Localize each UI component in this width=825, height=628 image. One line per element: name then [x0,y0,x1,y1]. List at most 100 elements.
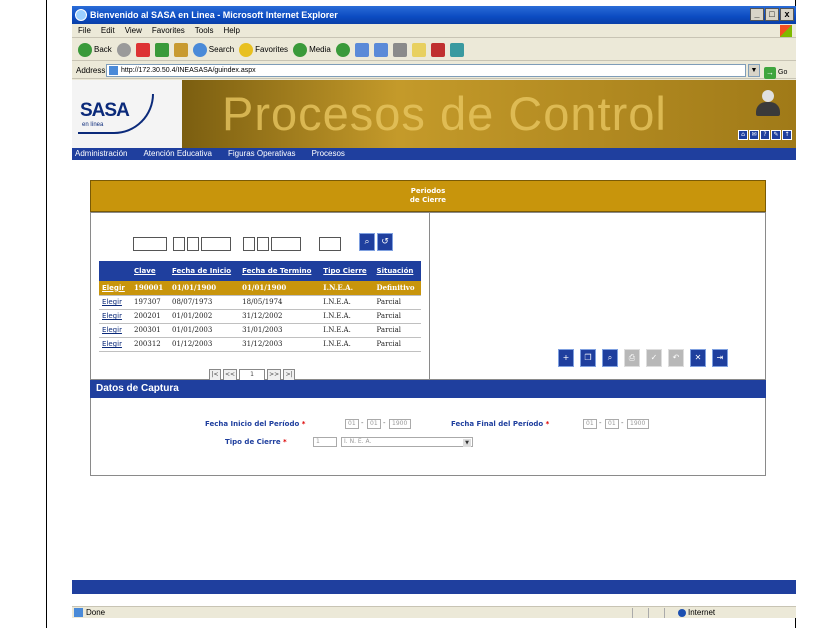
nav-atencion-educativa[interactable]: Atención Educativa [143,148,212,160]
home-mini-button[interactable]: ⌂ [738,130,748,140]
col-tipo-cierre[interactable]: Tipo Cierre [320,261,374,281]
status-separator [648,608,649,618]
elegir-link[interactable]: Elegir [99,295,131,310]
cell-tipo: I.N.E.A. [320,323,374,338]
inicio-day-input[interactable]: 01 [345,419,359,429]
refresh-button[interactable] [154,42,169,57]
help-mini-button[interactable]: ? [760,130,770,140]
filter-termino-day[interactable] [243,237,255,251]
minimize-button[interactable]: _ [750,8,764,21]
cell-inicio: 01/12/2003 [168,337,240,352]
cell-clave: 197307 [131,295,169,310]
cell-situacion: Parcial [373,323,421,338]
periods-table: Clave Fecha de Inicio Fecha de Termino T… [99,261,421,352]
copy-button[interactable]: ❐ [580,349,596,367]
cell-clave: 190001 [131,281,169,296]
elegir-link[interactable]: Elegir [99,281,131,296]
cell-situacion: Parcial [373,295,421,310]
media-label: Media [309,45,331,54]
edit-button[interactable] [392,42,407,57]
go-button[interactable]: → Go [764,64,787,81]
col-fecha-inicio[interactable]: Fecha de Inicio [168,261,240,281]
filter-inicio-day[interactable] [173,237,185,251]
nav-figuras-operativas[interactable]: Figuras Operativas [228,148,296,160]
search-button[interactable]: Search [192,42,235,57]
search-label: Search [208,45,235,54]
filter-tipo-input[interactable] [319,237,341,251]
forward-button[interactable] [116,42,131,57]
page-icon [109,66,118,75]
elegir-link[interactable]: Elegir [99,309,131,324]
inicio-month-input[interactable]: 01 [367,419,381,429]
filter-termino-month[interactable] [257,237,269,251]
col-fecha-termino[interactable]: Fecha de Termino [239,261,321,281]
status-text: Done [86,608,106,617]
col-clave[interactable]: Clave [131,261,169,281]
home-button[interactable] [173,42,188,57]
go-label: Go [778,69,788,76]
nav-administracion[interactable]: Administración [75,148,127,160]
print-button[interactable]: ⎙ [624,349,640,367]
menu-edit[interactable]: Edit [101,24,115,37]
address-input[interactable]: http://172.30.50.4/INEASASA/guindex.aspx [106,64,746,77]
filter-search-button[interactable]: ⌕ [359,233,375,251]
elegir-link[interactable]: Elegir [99,323,131,338]
search-icon [192,42,207,57]
messenger-button[interactable] [449,42,464,57]
filter-inicio-month[interactable] [187,237,199,251]
yahoo-button[interactable] [430,42,445,57]
inicio-year-input[interactable]: 1900 [389,419,411,429]
nav-procesos[interactable]: Procesos [312,148,345,160]
cell-clave: 200312 [131,337,169,352]
tipo-code-input[interactable]: 1 [313,437,337,447]
media-button[interactable]: Media [293,42,331,57]
delete-button[interactable]: ✕ [690,349,706,367]
cell-tipo: I.N.E.A. [320,309,374,324]
elegir-link[interactable]: Elegir [99,337,131,352]
required-mark: * [283,438,287,446]
internet-zone-icon [678,609,686,617]
cell-inicio: 08/07/1973 [168,295,240,310]
actions-panel: + ❐ ⌕ ⎙ ✓ ↶ ✕ ⇥ [430,212,766,380]
menu-help[interactable]: Help [223,24,239,37]
filter-clave-input[interactable] [133,237,167,251]
mail-button[interactable] [354,42,369,57]
close-button[interactable]: x [780,8,794,21]
title-bar: Bienvenido al SASA en Linea - Microsoft … [72,6,796,24]
folder-button[interactable] [411,42,426,57]
up-mini-button[interactable]: ↑ [782,130,792,140]
undo-button[interactable]: ↶ [668,349,684,367]
print-button[interactable] [373,42,388,57]
final-day-input[interactable]: 01 [583,419,597,429]
menu-view[interactable]: View [125,24,142,37]
edit-mini-button[interactable]: ✎ [771,130,781,140]
final-year-input[interactable]: 1900 [627,419,649,429]
address-url: http://172.30.50.4/INEASASA/guindex.aspx [121,67,256,74]
menu-tools[interactable]: Tools [195,24,214,37]
back-button[interactable]: Back [78,42,112,57]
history-button[interactable] [335,42,350,57]
menu-favorites[interactable]: Favorites [152,24,185,37]
search-button[interactable]: ⌕ [602,349,618,367]
filter-termino-year[interactable] [271,237,301,251]
exit-button[interactable]: ⇥ [712,349,728,367]
stop-button[interactable] [135,42,150,57]
tipo-cierre-select[interactable]: I. N. E. A. ▼ [341,437,473,447]
address-dropdown[interactable]: ▼ [748,64,760,77]
maximize-button[interactable]: □ [765,8,779,21]
new-button[interactable]: + [558,349,574,367]
cell-inicio: 01/01/1900 [168,281,240,296]
mail-mini-button[interactable]: ✉ [749,130,759,140]
filter-inicio-year[interactable] [201,237,231,251]
cell-situacion: Parcial [373,337,421,352]
go-arrow-icon: → [764,66,776,79]
menu-file[interactable]: File [78,24,91,37]
cell-termino: 31/12/2003 [239,337,321,352]
col-situacion[interactable]: Situación [373,261,421,281]
filter-clear-button[interactable]: ↺ [377,233,393,251]
header-mini-buttons: ⌂ ✉ ? ✎ ↑ [738,130,792,140]
cell-termino: 31/01/2003 [239,323,321,338]
final-month-input[interactable]: 01 [605,419,619,429]
save-button[interactable]: ✓ [646,349,662,367]
favorites-button[interactable]: Favorites [239,42,288,57]
